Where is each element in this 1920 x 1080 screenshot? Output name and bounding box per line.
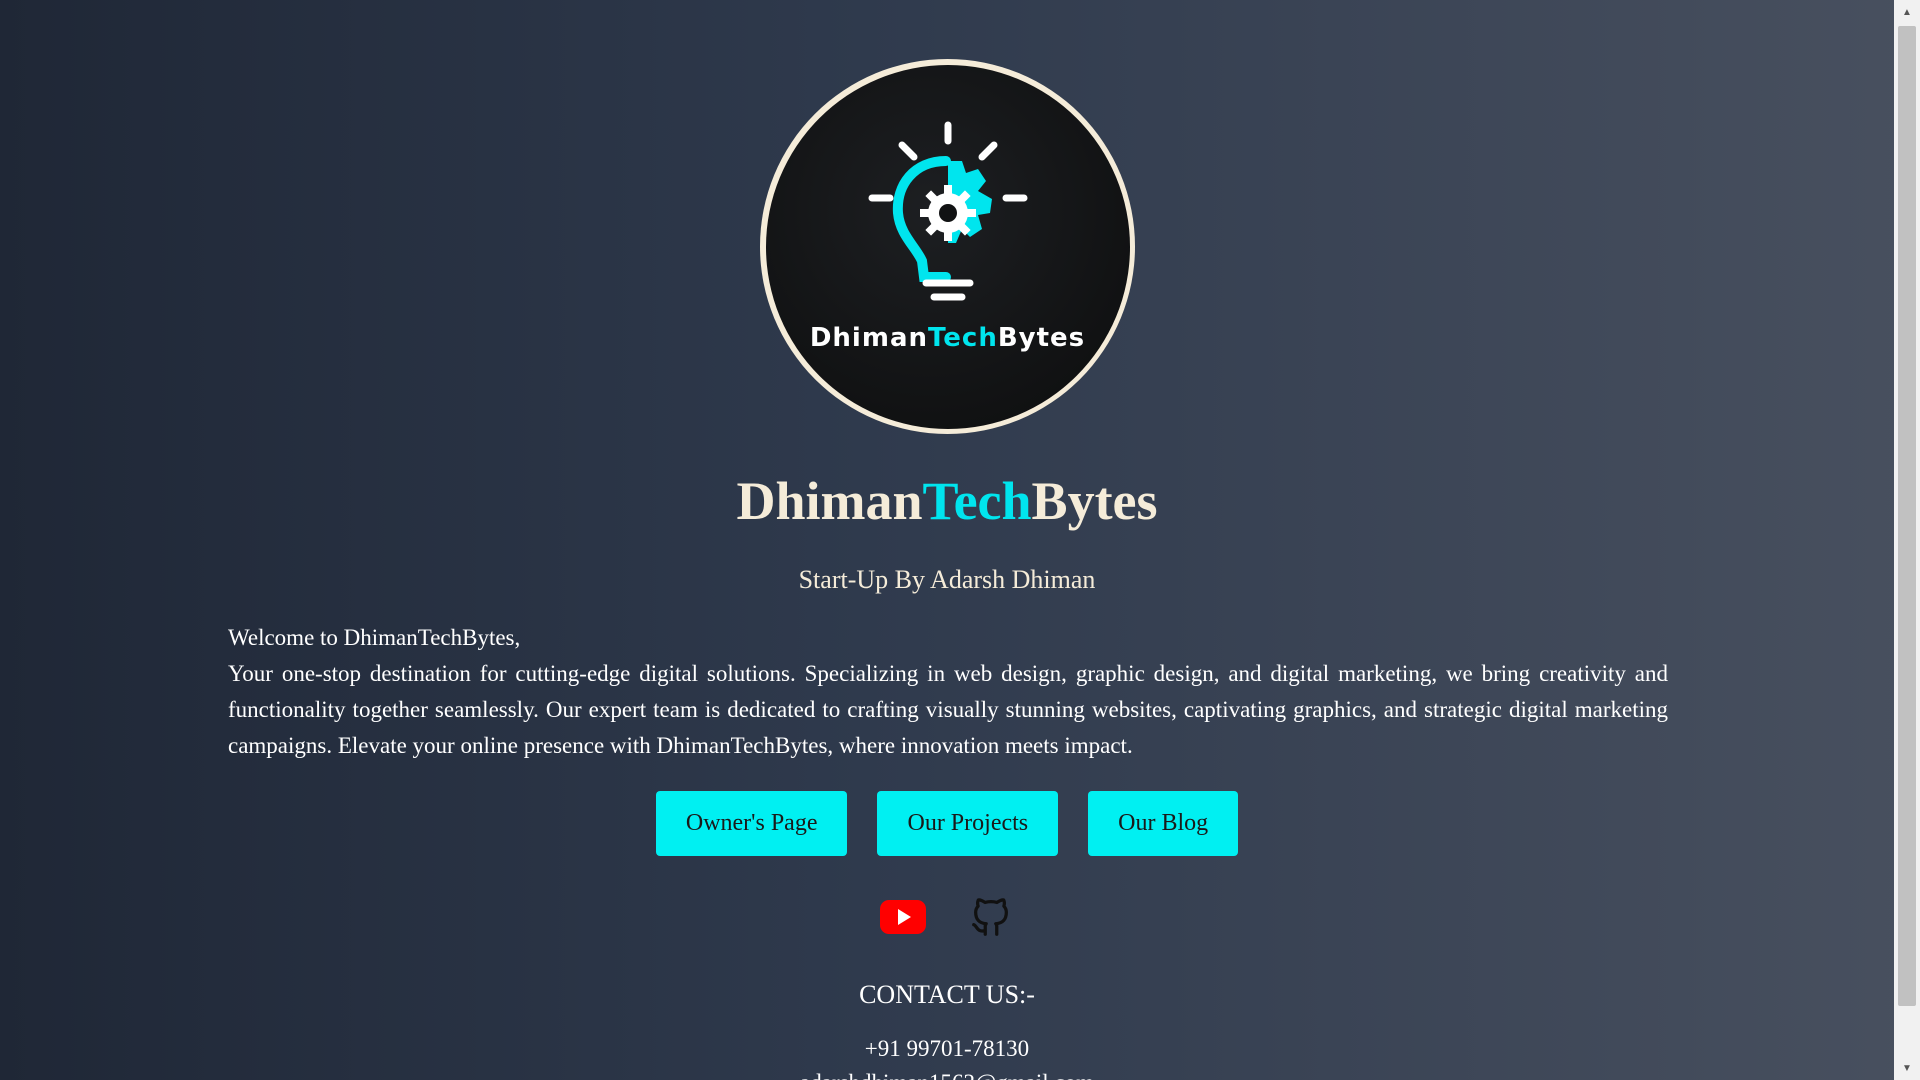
logo-text-dhiman: Dhiman bbox=[809, 322, 928, 353]
our-blog-button[interactable]: Our Blog bbox=[1088, 791, 1239, 856]
brand-logo: DhimanTechBytes bbox=[760, 59, 1135, 434]
logo-badge: DhimanTechBytes bbox=[765, 64, 1130, 429]
page: DhimanTechBytes DhimanTechBytes Start-Up… bbox=[0, 0, 1894, 1080]
title-bytes: Bytes bbox=[1031, 471, 1158, 531]
logo-text-bytes: Bytes bbox=[997, 322, 1086, 353]
owners-page-button[interactable]: Owner's Page bbox=[655, 791, 848, 856]
logo-text-tech: Tech bbox=[928, 322, 998, 353]
nav-buttons: Owner's Page Our Projects Our Blog bbox=[0, 791, 1894, 856]
scroll-thumb[interactable] bbox=[1898, 26, 1916, 1006]
social-links bbox=[0, 893, 1894, 941]
title-tech: Tech bbox=[922, 471, 1032, 531]
github-icon bbox=[972, 898, 1008, 936]
intro-body: Your one-stop destination for cutting-ed… bbox=[228, 661, 1668, 758]
contact-phone[interactable]: +91 99701-78130 bbox=[0, 1036, 1894, 1062]
scroll-down-arrow-icon[interactable]: ▼ bbox=[1894, 1058, 1920, 1078]
contact-heading: CONTACT US:- bbox=[859, 980, 1035, 1009]
logo-wordmark: DhimanTechBytes bbox=[766, 323, 1130, 353]
youtube-icon bbox=[880, 900, 926, 934]
our-projects-button[interactable]: Our Projects bbox=[877, 791, 1059, 856]
lightbulb-gear-icon bbox=[868, 121, 1027, 300]
contact-email[interactable]: adarshdhiman1562@gmail.com bbox=[0, 1070, 1894, 1080]
page-subtitle: Start-Up By Adarsh Dhiman bbox=[798, 565, 1096, 594]
github-link[interactable] bbox=[967, 893, 1015, 941]
youtube-link[interactable] bbox=[879, 893, 927, 941]
title-dhiman: Dhiman bbox=[736, 471, 923, 531]
page-title: DhimanTechBytes bbox=[0, 470, 1894, 532]
vertical-scrollbar[interactable]: ▲ ▼ bbox=[1894, 0, 1920, 1080]
intro-greeting: Welcome to DhimanTechBytes, bbox=[228, 625, 521, 650]
intro-section: Welcome to DhimanTechBytes, Your one-sto… bbox=[228, 620, 1668, 764]
scroll-up-arrow-icon[interactable]: ▲ bbox=[1894, 2, 1920, 22]
